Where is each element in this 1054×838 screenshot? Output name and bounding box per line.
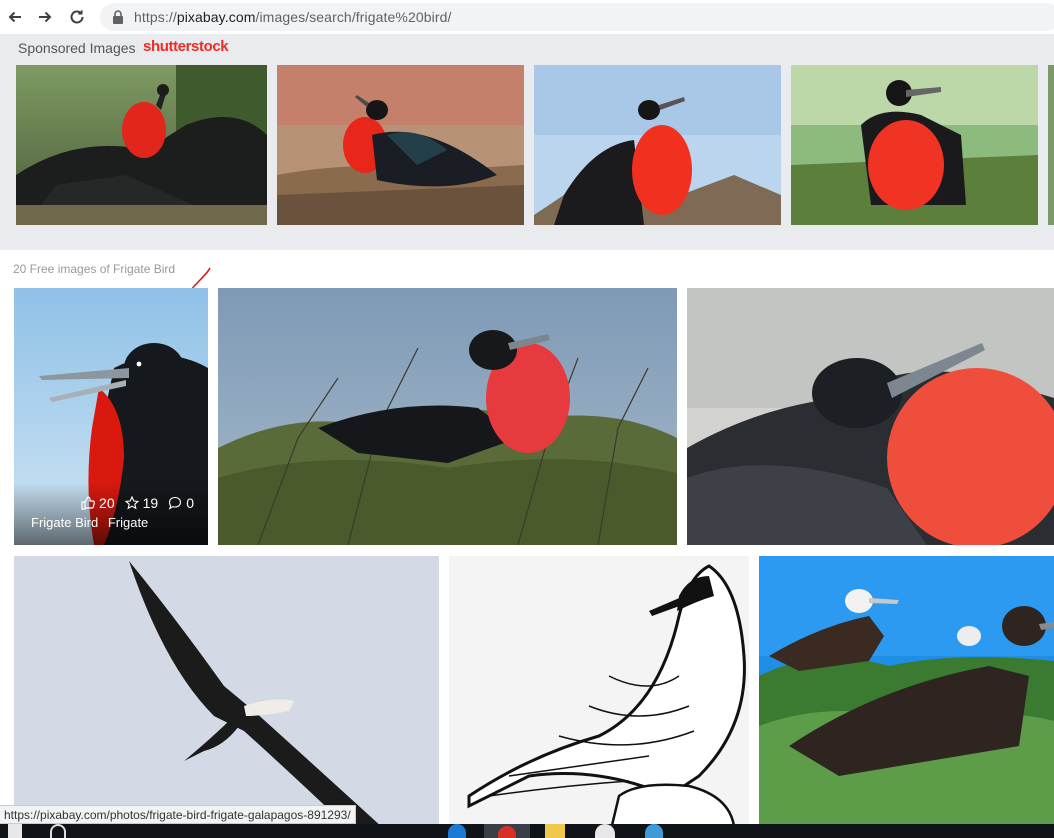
image-stats: 20 19 0: [81, 495, 194, 511]
thumbs-up-icon[interactable]: [81, 496, 95, 510]
image-card[interactable]: [218, 288, 677, 545]
image-card[interactable]: [449, 556, 749, 838]
chrome-icon[interactable]: [484, 824, 530, 838]
address-bar[interactable]: https://pixabay.com/images/search/frigat…: [100, 3, 1054, 31]
star-icon[interactable]: [124, 496, 139, 510]
search-icon[interactable]: [50, 824, 66, 838]
tag-link[interactable]: Frigate: [108, 515, 148, 530]
taskbar-app-icon[interactable]: [595, 824, 615, 838]
url-text: https://pixabay.com/images/search/frigat…: [134, 9, 452, 25]
sponsored-image[interactable]: [1048, 65, 1054, 225]
image-tags: Frigate Bird Frigate: [31, 515, 154, 530]
image-card[interactable]: 20 19 0 Frigate Bird Frigate: [14, 288, 208, 545]
favorite-count: 19: [142, 495, 159, 511]
taskbar: [0, 824, 1054, 838]
folder-icon[interactable]: [545, 824, 565, 838]
sponsored-image[interactable]: [791, 65, 1038, 225]
image-card[interactable]: [759, 556, 1054, 838]
reload-icon[interactable]: [62, 2, 92, 32]
image-overlay: [14, 483, 208, 545]
browser-window: https://pixabay.com/images/search/frigat…: [0, 0, 1054, 838]
like-count: 20: [99, 495, 115, 511]
lock-icon: [113, 10, 123, 24]
comment-icon[interactable]: [168, 496, 182, 510]
forward-arrow-icon[interactable]: [30, 2, 60, 32]
browser-toolbar: https://pixabay.com/images/search/frigat…: [0, 0, 1054, 34]
image-card[interactable]: [687, 288, 1054, 545]
comment-count: 0: [186, 495, 194, 511]
back-arrow-icon[interactable]: [0, 2, 30, 32]
sponsored-image[interactable]: [534, 65, 781, 225]
sponsored-image[interactable]: [277, 65, 524, 225]
status-link-preview: https://pixabay.com/photos/frigate-bird-…: [0, 805, 356, 824]
taskbar-app-icon[interactable]: [448, 824, 466, 838]
sponsored-image[interactable]: [16, 65, 267, 225]
sponsored-section: Sponsored Images shutterstock: [0, 34, 1054, 250]
sponsored-label: Sponsored Images: [18, 40, 136, 56]
start-icon[interactable]: [8, 824, 22, 838]
image-card[interactable]: [14, 556, 439, 838]
tag-link[interactable]: Frigate Bird: [31, 515, 98, 530]
shutterstock-logo[interactable]: shutterstock: [143, 38, 229, 55]
taskbar-app-icon[interactable]: [645, 824, 663, 838]
